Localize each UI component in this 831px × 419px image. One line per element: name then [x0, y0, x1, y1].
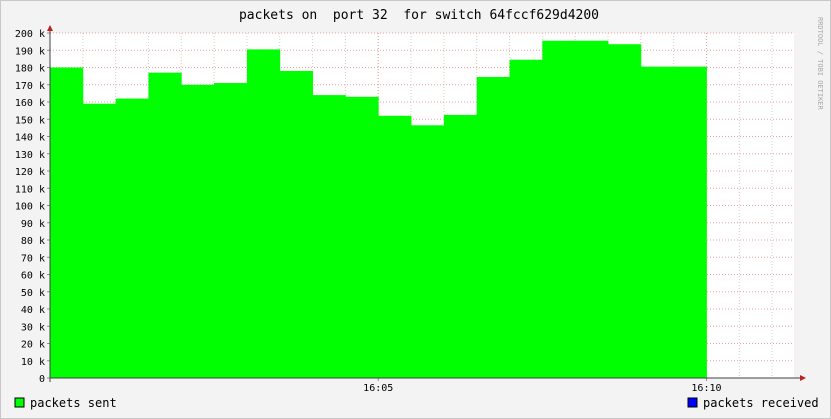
- chart-frame: packets on port 32 for switch 64fccf629d…: [0, 0, 831, 419]
- y-tick-label: 30 k: [21, 322, 45, 333]
- area-segment-sent: [115, 98, 149, 379]
- area-segment-sent: [214, 83, 248, 379]
- legend-swatch-sent: [14, 397, 25, 408]
- x-tick-label: 16:10: [691, 383, 721, 394]
- area-segment-sent: [181, 84, 215, 378]
- legend-swatch-received: [687, 397, 698, 408]
- x-tick-label: 16:05: [363, 383, 393, 394]
- area-segment-sent: [608, 44, 642, 379]
- y-tick-label: 60 k: [21, 271, 45, 282]
- area-segment-sent: [279, 70, 313, 378]
- y-tick-label: 130 k: [15, 150, 45, 161]
- y-tick-label: 0: [39, 374, 45, 385]
- y-tick-label: 160 k: [15, 98, 45, 109]
- y-tick-label: 100 k: [15, 202, 45, 213]
- area-segment-sent: [345, 96, 379, 378]
- chart-title: packets on port 32 for switch 64fccf629d…: [239, 8, 599, 23]
- y-tick-label: 140 k: [15, 133, 45, 144]
- legend-item-sent: packets sent: [14, 396, 117, 410]
- y-tick-label: 190 k: [15, 46, 45, 57]
- y-tick-label: 120 k: [15, 167, 45, 178]
- y-tick-label: 40 k: [21, 305, 45, 316]
- area-segment-sent: [575, 40, 609, 378]
- area-segment-sent: [82, 103, 117, 378]
- watermark: RRDTOOL / TOBI OETIKER: [816, 17, 824, 111]
- area-segment-sent: [312, 95, 346, 378]
- y-tick-label: 80 k: [21, 236, 45, 247]
- legend-item-received: packets received: [687, 396, 819, 410]
- y-tick-label: 10 k: [21, 357, 45, 368]
- area-segment-sent: [246, 49, 281, 378]
- area-segment-sent: [443, 114, 478, 378]
- area-segment-sent: [411, 125, 445, 378]
- chart-canvas: packets on port 32 for switch 64fccf629d…: [0, 0, 831, 419]
- y-tick-label: 70 k: [21, 253, 45, 264]
- area-segment-sent: [542, 40, 576, 378]
- area-segment-sent: [148, 72, 182, 379]
- area-segment-sent: [378, 115, 412, 379]
- y-tick-label: 20 k: [21, 340, 45, 351]
- y-tick-label: 110 k: [15, 184, 45, 195]
- y-tick-label: 180 k: [15, 64, 45, 75]
- y-tick-label: 170 k: [15, 81, 45, 92]
- area-segment-sent: [509, 59, 543, 379]
- area-segment-sent: [476, 76, 510, 379]
- y-tick-label: 90 k: [21, 219, 45, 230]
- legend-label-sent: packets sent: [30, 396, 117, 410]
- y-tick-label: 150 k: [15, 115, 45, 126]
- area-segment-sent: [50, 67, 84, 378]
- y-tick-label: 50 k: [21, 288, 45, 299]
- legend-label-received: packets received: [703, 396, 819, 410]
- y-tick-label: 200 k: [15, 29, 45, 40]
- area-segment-sent: [640, 66, 707, 378]
